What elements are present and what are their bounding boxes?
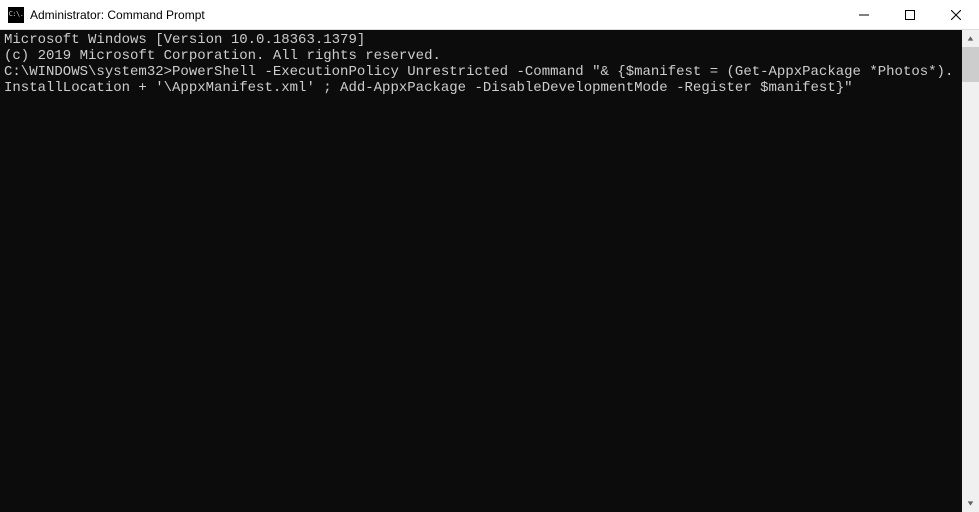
prompt-path: C:\WINDOWS\system32>: [4, 64, 172, 80]
window-controls: [841, 0, 979, 29]
chevron-up-icon: [967, 35, 974, 42]
terminal-area[interactable]: Microsoft Windows [Version 10.0.18363.13…: [0, 30, 979, 512]
window-titlebar[interactable]: C:\. Administrator: Command Prompt: [0, 0, 979, 30]
vertical-scrollbar[interactable]: [962, 30, 979, 512]
scroll-down-button[interactable]: [962, 495, 979, 512]
close-icon: [951, 10, 961, 20]
minimize-button[interactable]: [841, 0, 887, 29]
scroll-up-button[interactable]: [962, 30, 979, 47]
maximize-icon: [905, 10, 915, 20]
cmd-icon: C:\.: [8, 7, 24, 23]
minimize-icon: [859, 10, 869, 20]
scroll-thumb[interactable]: [962, 47, 979, 82]
maximize-button[interactable]: [887, 0, 933, 29]
terminal-content[interactable]: Microsoft Windows [Version 10.0.18363.13…: [0, 30, 962, 512]
cmd-icon-glyph: C:\.: [9, 11, 24, 18]
output-line: Microsoft Windows [Version 10.0.18363.13…: [4, 32, 958, 48]
prompt-line: C:\WINDOWS\system32>PowerShell -Executio…: [4, 64, 958, 96]
output-line: (c) 2019 Microsoft Corporation. All righ…: [4, 48, 958, 64]
close-button[interactable]: [933, 0, 979, 29]
chevron-down-icon: [967, 500, 974, 507]
window-title: Administrator: Command Prompt: [30, 8, 841, 22]
